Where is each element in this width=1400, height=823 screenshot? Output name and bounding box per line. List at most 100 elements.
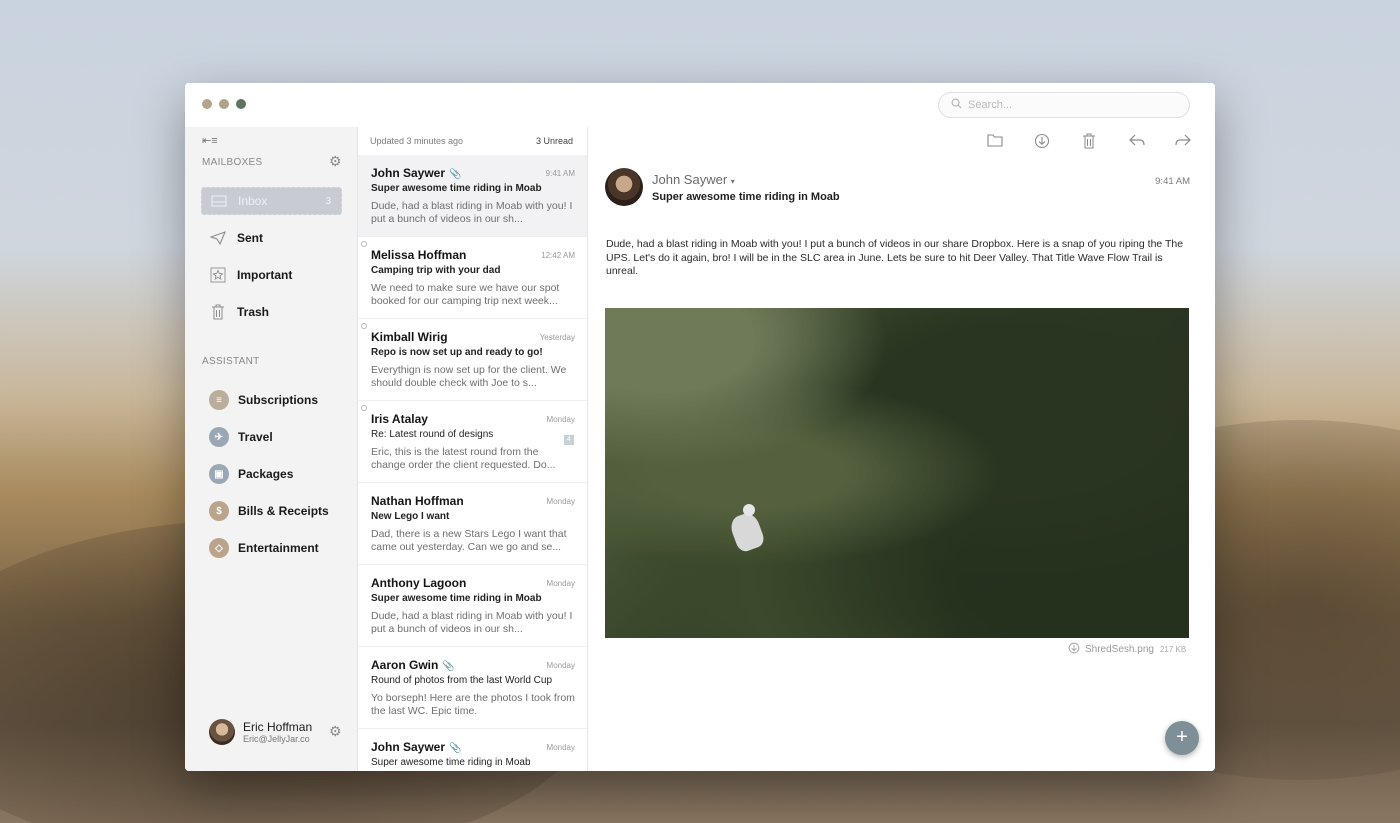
sidebar-item-label: Packages (238, 467, 294, 481)
compose-button[interactable]: + (1165, 721, 1199, 755)
thread-count-badge: 4 (564, 435, 574, 445)
dollar-icon: $ (209, 501, 229, 521)
trash-icon[interactable] (1082, 133, 1096, 154)
ticket-icon: ◇ (209, 538, 229, 558)
message-preview: Dude, had a blast riding in Moab with yo… (371, 200, 573, 225)
unread-dot-icon (361, 323, 367, 329)
attachment-name: ShredSesh.png (1085, 644, 1154, 655)
profile[interactable]: Eric Hoffman Eric@JellyJar.co (209, 719, 312, 745)
list-item[interactable]: Aaron Gwin 📎 Monday Round of photos from … (358, 647, 587, 729)
avatar (209, 719, 235, 745)
forward-icon[interactable] (1174, 133, 1192, 152)
reader-time: 9:41 AM (1155, 176, 1190, 187)
sidebar-item-label: Inbox (238, 194, 268, 208)
message-sender: John Saywer 📎 (371, 166, 462, 180)
sidebar-item-packages[interactable]: ▣ Packages (201, 460, 342, 488)
unread-dot-icon (361, 405, 367, 411)
paper-plane-icon (209, 229, 227, 247)
mailboxes-title: MAILBOXES (202, 157, 263, 168)
message-subject: New Lego I want (371, 511, 450, 522)
profile-name: Eric Hoffman (243, 720, 313, 734)
attachment-size: 217 KB (1159, 645, 1187, 654)
message-time: 12:42 AM (541, 251, 575, 260)
message-subject: Super awesome time riding in Moab (371, 757, 531, 768)
sidebar-item-bills[interactable]: $ Bills & Receipts (201, 497, 342, 525)
sidebar-item-trash[interactable]: Trash (201, 298, 342, 326)
search-placeholder: Search... (968, 99, 1013, 111)
chevron-down-icon: ▾ (730, 177, 735, 186)
message-sender: Iris Atalay (371, 412, 428, 426)
inbox-count: 3 (325, 195, 331, 207)
list-header: Updated 3 minutes ago 3 Unread (358, 127, 587, 155)
plus-icon: + (1176, 726, 1188, 748)
message-time: Yesterday (539, 333, 575, 342)
paperclip-icon: 📎 (442, 661, 455, 672)
attached-photo[interactable] (605, 308, 1189, 638)
message-subject: Round of photos from the last World Cup (371, 675, 553, 686)
sidebar-item-label: Sent (237, 231, 264, 245)
sidebar-item-label: Important (237, 268, 293, 282)
message-subject: Super awesome time riding in Moab (371, 593, 542, 604)
paperclip-icon: 📎 (449, 743, 462, 754)
download-icon[interactable] (1034, 133, 1050, 154)
attachment[interactable]: ShredSesh.png 217 KB (1068, 642, 1186, 657)
sidebar-item-sent[interactable]: Sent (201, 224, 342, 252)
paperclip-icon: 📎 (449, 169, 462, 180)
trash-icon (209, 303, 227, 321)
folder-icon[interactable] (987, 133, 1003, 152)
sidebar-item-label: Bills & Receipts (238, 504, 329, 518)
sidebar-item-entertainment[interactable]: ◇ Entertainment (201, 534, 342, 562)
message-sender: Nathan Hoffman (371, 494, 464, 508)
message-preview: Eric, this is the latest round from the … (371, 446, 556, 471)
list-item[interactable]: Nathan Hoffman Monday New Lego I want Da… (358, 483, 587, 565)
sidebar-item-inbox[interactable]: Inbox 3 (201, 187, 342, 215)
search-icon (951, 98, 968, 112)
message-time: Monday (546, 661, 575, 670)
close-window-button[interactable] (202, 99, 212, 109)
sidebar-item-travel[interactable]: ✈ Travel (201, 423, 342, 451)
mail-window: Search... ⇤≡ MAILBOXES ⚙ Inbox 3 Sent Im… (185, 83, 1215, 771)
message-subject: Camping trip with your dad (371, 265, 501, 276)
assistant-title: ASSISTANT (202, 356, 260, 367)
sidebar-item-label: Travel (238, 430, 273, 444)
unread-dot-icon (361, 241, 367, 247)
message-preview: Everythign is now set up for the client.… (371, 364, 567, 389)
subscriptions-icon: ≡ (209, 390, 229, 410)
message-time: Monday (546, 497, 575, 506)
message-preview: Dad, there is a new Stars Lego I want th… (371, 528, 567, 553)
collapse-sidebar-icon[interactable]: ⇤≡ (202, 134, 218, 147)
message-subject: Repo is now set up and ready to go! (371, 347, 543, 358)
globe-icon: ✈ (209, 427, 229, 447)
profile-email: Eric@JellyJar.co (243, 734, 310, 744)
reply-icon[interactable] (1128, 133, 1146, 152)
reader-subject: Super awesome time riding in Moab (652, 191, 840, 203)
gear-icon[interactable]: ⚙ (329, 153, 342, 170)
sidebar: ⇤≡ MAILBOXES ⚙ Inbox 3 Sent Important Tr… (185, 127, 358, 771)
message-time: 9:41 AM (545, 169, 575, 178)
zoom-window-button[interactable] (236, 99, 246, 109)
message-time: Monday (546, 743, 575, 752)
message-subject: Super awesome time riding in Moab (371, 183, 542, 194)
sidebar-item-important[interactable]: Important (201, 261, 342, 289)
message-preview: Dude, had a blast riding in Moab with yo… (371, 610, 573, 635)
list-item[interactable]: John Saywer 📎 9:41 AM Super awesome time … (358, 155, 587, 237)
message-body: Dude, had a blast riding in Moab with yo… (606, 238, 1184, 277)
sidebar-item-label: Entertainment (238, 541, 319, 555)
list-item[interactable]: John Saywer 📎 Monday Super awesome time r… (358, 729, 587, 771)
list-item[interactable]: Melissa Hoffman 12:42 AM Camping trip wi… (358, 237, 587, 319)
title-bar: Search... (185, 83, 1215, 127)
message-sender: Aaron Gwin 📎 (371, 658, 455, 672)
sidebar-item-subscriptions[interactable]: ≡ Subscriptions (201, 386, 342, 414)
sender-name[interactable]: John Saywer ▾ (652, 172, 735, 187)
profile-settings-gear-icon[interactable]: ⚙ (329, 723, 342, 740)
list-item[interactable]: Iris Atalay Monday Re: Latest round of d… (358, 401, 587, 483)
list-item[interactable]: Anthony Lagoon Monday Super awesome time… (358, 565, 587, 647)
search-input[interactable]: Search... (938, 92, 1190, 118)
message-time: Monday (546, 579, 575, 588)
rider-figure (727, 510, 767, 554)
inbox-icon (210, 192, 228, 210)
minimize-window-button[interactable] (219, 99, 229, 109)
message-preview: Yo borseph! Here are the photos I took f… (371, 692, 575, 717)
message-sender: John Saywer 📎 (371, 740, 462, 754)
list-item[interactable]: Kimball Wirig Yesterday Repo is now set … (358, 319, 587, 401)
